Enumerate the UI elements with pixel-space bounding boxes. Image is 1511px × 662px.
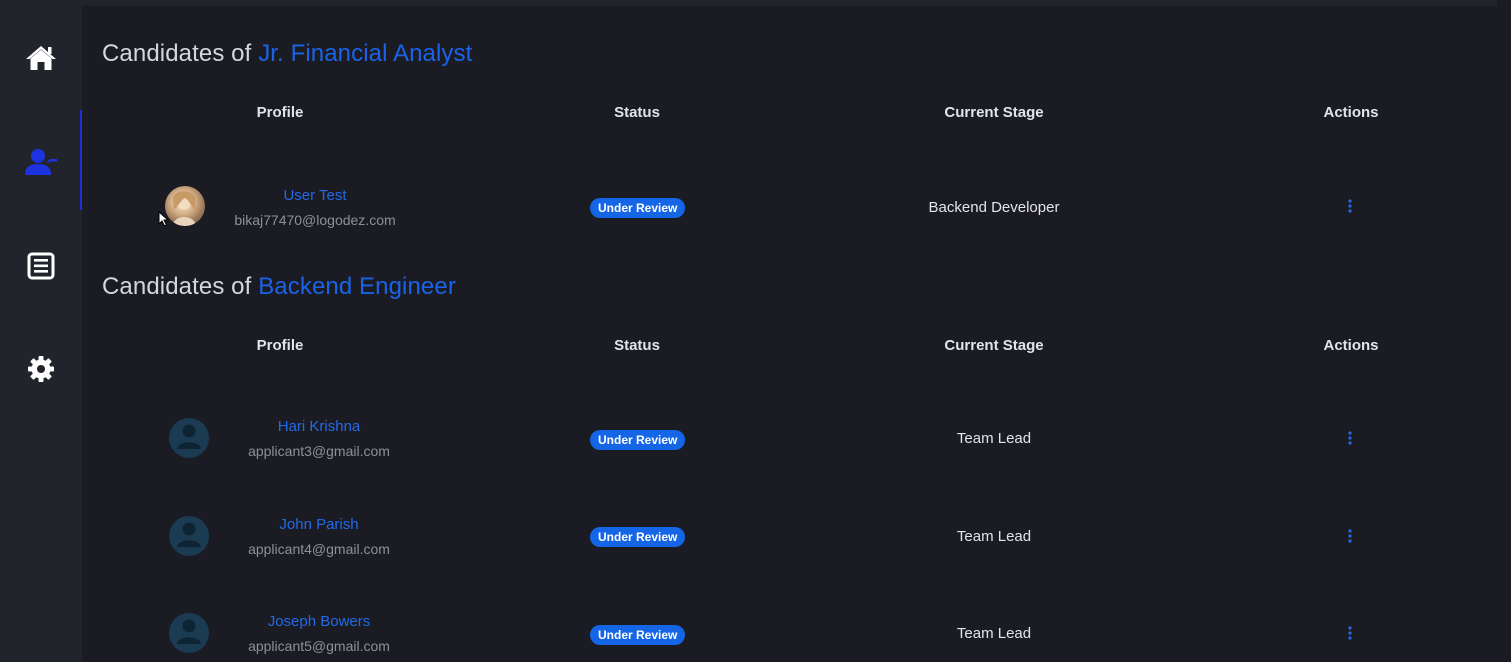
candidates-panel: Candidates of Jr. Financial Analyst Prof… xyxy=(82,6,1497,662)
row-actions-button[interactable] xyxy=(1340,528,1360,548)
section-title: Candidates of Jr. Financial Analyst xyxy=(102,40,472,68)
avatar[interactable] xyxy=(169,418,209,458)
sidebar-item-documents[interactable] xyxy=(0,236,82,296)
row-actions-button[interactable] xyxy=(1340,625,1360,645)
column-header-status: Status xyxy=(614,337,660,354)
document-icon xyxy=(27,252,55,280)
scrollbar-track[interactable] xyxy=(1497,0,1511,662)
candidate-name-link[interactable]: Hari Krishna xyxy=(209,418,429,435)
kebab-menu-icon xyxy=(1348,528,1352,548)
sidebar-item-home[interactable] xyxy=(0,28,82,88)
job-title-link[interactable]: Jr. Financial Analyst xyxy=(258,40,472,67)
candidate-email: applicant4@gmail.com xyxy=(248,541,390,557)
candidate-name-link[interactable]: Joseph Bowers xyxy=(209,613,429,630)
kebab-menu-icon xyxy=(1348,625,1352,645)
sidebar-item-candidates[interactable] xyxy=(0,110,82,210)
avatar[interactable] xyxy=(169,516,209,556)
candidate-name-link[interactable]: User Test xyxy=(205,187,425,204)
status-badge: Under Review xyxy=(590,430,686,450)
column-header-actions: Actions xyxy=(1323,337,1379,354)
kebab-menu-icon xyxy=(1348,430,1352,450)
current-stage: Team Lead xyxy=(956,430,1032,447)
gear-icon xyxy=(27,355,55,383)
job-title-link[interactable]: Backend Engineer xyxy=(258,273,456,300)
status-badge: Under Review xyxy=(590,527,686,547)
table-row[interactable]: User Test bikaj77470@logodez.com Under R… xyxy=(82,168,1497,248)
column-header-stage: Current Stage xyxy=(944,337,1044,354)
current-stage: Backend Developer xyxy=(928,199,1060,216)
section-title-prefix: Candidates of xyxy=(102,273,252,300)
user-placeholder-icon xyxy=(169,516,209,556)
avatar[interactable] xyxy=(165,186,205,226)
sidebar-item-settings[interactable] xyxy=(0,339,82,399)
candidate-name-link[interactable]: John Parish xyxy=(209,516,429,533)
app-window: Candidates of Jr. Financial Analyst Prof… xyxy=(0,0,1511,662)
avatar[interactable] xyxy=(169,613,209,653)
column-header-status: Status xyxy=(614,104,660,121)
user-placeholder-icon xyxy=(169,613,209,653)
section-title-prefix: Candidates of xyxy=(102,40,252,67)
candidate-email: bikaj77470@logodez.com xyxy=(234,212,396,228)
row-actions-button[interactable] xyxy=(1340,198,1360,218)
mouse-cursor-icon xyxy=(158,210,170,232)
home-icon xyxy=(25,44,57,72)
status-badge: Under Review xyxy=(590,198,686,218)
table-row[interactable]: Joseph Bowers applicant5@gmail.com Under… xyxy=(82,594,1497,662)
column-header-profile: Profile xyxy=(256,104,304,121)
section-title: Candidates of Backend Engineer xyxy=(102,273,456,301)
column-header-actions: Actions xyxy=(1323,104,1379,121)
sidebar xyxy=(0,0,82,662)
column-header-stage: Current Stage xyxy=(944,104,1044,121)
candidate-email: applicant3@gmail.com xyxy=(248,443,390,459)
table-row[interactable]: John Parish applicant4@gmail.com Under R… xyxy=(82,497,1497,577)
kebab-menu-icon xyxy=(1348,198,1352,218)
row-actions-button[interactable] xyxy=(1340,430,1360,450)
current-stage: Team Lead xyxy=(956,528,1032,545)
candidate-email: applicant5@gmail.com xyxy=(248,638,390,654)
status-badge: Under Review xyxy=(590,625,686,645)
column-header-profile: Profile xyxy=(256,337,304,354)
current-stage: Team Lead xyxy=(956,625,1032,642)
table-row[interactable]: Hari Krishna applicant3@gmail.com Under … xyxy=(82,399,1497,479)
user-placeholder-icon xyxy=(169,418,209,458)
candidates-icon xyxy=(24,147,58,177)
